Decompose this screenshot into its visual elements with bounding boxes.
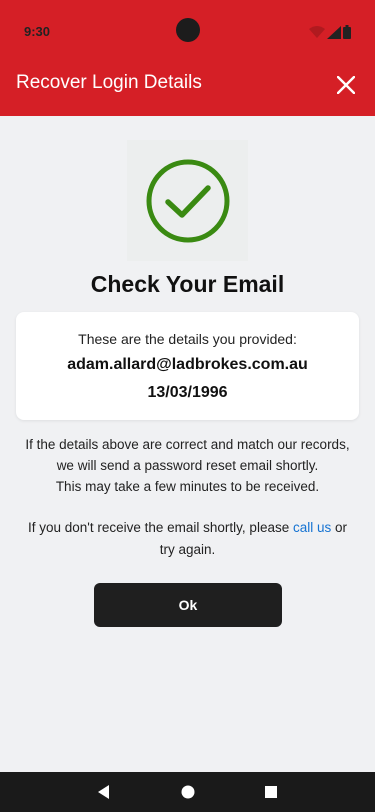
details-email: adam.allard@ladbrokes.com.au: [67, 356, 308, 373]
screen: 9:30 Recover Login Details Check Your Em…: [0, 0, 375, 812]
details-card: These are the details you provided: adam…: [16, 312, 359, 420]
wifi-icon: [309, 26, 325, 38]
system-nav-bar: [0, 772, 375, 812]
app-title: Recover Login Details: [16, 72, 202, 93]
help-line-2: try again.: [159, 542, 216, 557]
info-line: If the details above are correct and mat…: [25, 437, 350, 452]
details-intro: These are the details you provided:: [78, 331, 297, 347]
check-circle-icon: [146, 159, 229, 242]
help-line: If you don't receive the email shortly, …: [10, 517, 365, 539]
camera-cutout: [176, 18, 200, 42]
app-bar: Recover Login Details: [0, 56, 375, 116]
help-text: If you don't receive the email shortly, …: [10, 517, 365, 561]
back-icon: [98, 785, 109, 799]
home-icon: [181, 785, 195, 799]
back-button[interactable]: [94, 782, 114, 802]
recents-icon: [265, 786, 277, 798]
status-time: 9:30: [24, 24, 51, 39]
info-line: we will send a password reset email shor…: [56, 458, 319, 473]
help-text-after: or: [331, 520, 347, 535]
success-illustration: [127, 140, 248, 261]
info-text: If the details above are correct and mat…: [10, 434, 365, 497]
call-us-link[interactable]: call us: [293, 520, 331, 535]
status-icons: [309, 25, 351, 39]
details-date-of-birth: 13/03/1996: [147, 384, 228, 401]
home-button[interactable]: [178, 782, 198, 802]
close-button[interactable]: [331, 70, 361, 100]
help-text-before: If you don't receive the email shortly, …: [28, 520, 293, 535]
page-heading: Check Your Email: [90, 271, 285, 297]
ok-button[interactable]: Ok: [94, 583, 282, 627]
signal-icon: [327, 25, 341, 39]
status-bar: 9:30: [0, 0, 375, 56]
recents-button[interactable]: [261, 782, 281, 802]
info-line: This may take a few minutes to be receiv…: [55, 479, 320, 494]
battery-icon: [343, 25, 351, 39]
close-icon: [337, 76, 355, 94]
